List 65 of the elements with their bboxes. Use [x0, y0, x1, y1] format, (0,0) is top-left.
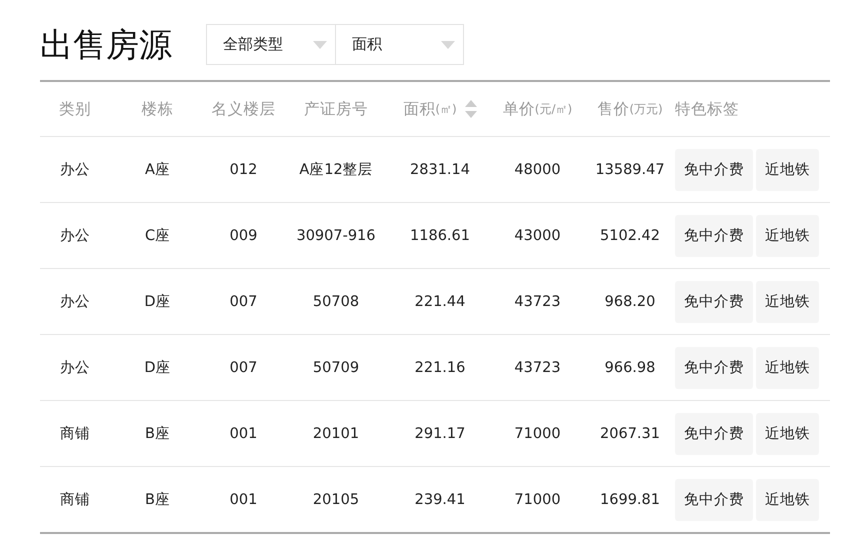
table-cell: 2831.14	[410, 162, 470, 178]
column-header: 特色标签	[675, 98, 739, 120]
table-cell: 43000	[514, 228, 561, 244]
table-cell: 012	[230, 162, 258, 178]
table-cell-text: 商铺	[60, 490, 90, 509]
table-cell: 2067.31	[600, 426, 660, 442]
table-cell: 001	[230, 492, 258, 508]
column-header: 楼栋	[142, 98, 174, 120]
caret-icon	[441, 40, 455, 48]
column-header: 名义楼层	[212, 98, 276, 120]
column-header: 单价(元/㎡)	[502, 98, 572, 120]
feature-tag: 免中介费	[675, 148, 753, 190]
feature-tag: 近地铁	[756, 478, 819, 520]
table-cell: 20101	[312, 426, 360, 442]
feature-tag: 免中介费	[675, 346, 753, 388]
table-cell-text: 办公	[60, 161, 90, 179]
table-cell: 13589.47	[595, 162, 665, 178]
table-cell: 50708	[312, 294, 360, 310]
table-cell: 009	[230, 228, 258, 244]
feature-tag: 免中介费	[675, 214, 753, 256]
page-title: 出售房源	[40, 24, 172, 65]
table-cell-text: A座	[145, 160, 170, 179]
table-cell-text: B座	[145, 490, 170, 509]
table-cell: 007	[230, 294, 258, 310]
table-cell-text: 办公	[60, 227, 90, 245]
table-cell: 43723	[514, 294, 561, 310]
feature-tag: 免中介费	[675, 412, 753, 454]
table-cell: 1699.81	[600, 492, 660, 508]
feature-tag: 近地铁	[756, 412, 819, 454]
table-cell: 966.98	[604, 360, 656, 376]
table-cell: 30907-916	[296, 228, 376, 244]
caret-icon	[313, 40, 327, 48]
table-cell: 1186.61	[410, 228, 470, 244]
table-cell-text: 办公	[60, 359, 90, 377]
table-cell: 968.20	[604, 294, 656, 310]
column-header: 售价(万元)	[597, 98, 663, 120]
feature-tag: 近地铁	[756, 148, 819, 190]
table-cell-text: D座	[144, 292, 171, 311]
table-cell-text: 办公	[60, 293, 90, 311]
table-cell: 43723	[514, 360, 561, 376]
table-cell: 48000	[514, 162, 561, 178]
table-cell: 221.16	[414, 360, 466, 376]
table-cell: 5102.42	[600, 228, 660, 244]
table-cell: 239.41	[414, 492, 466, 508]
table-cell-text: C座	[144, 226, 170, 245]
feature-tag: 免中介费	[675, 280, 753, 322]
table-cell: 71000	[514, 492, 561, 508]
table-cell-text: B座	[145, 424, 170, 443]
table-cell-text: 商铺	[60, 424, 90, 443]
column-header: 类别	[59, 98, 91, 120]
table-cell: 50709	[312, 360, 360, 376]
column-header: 产证房号	[304, 98, 368, 120]
feature-tag: 免中介费	[675, 478, 753, 520]
table-cell: 20105	[312, 492, 360, 508]
table-cell: 291.17	[414, 426, 466, 442]
table-cell: 71000	[514, 426, 561, 442]
table-cell: 001	[230, 426, 258, 442]
feature-tag: 近地铁	[756, 346, 819, 388]
table-cell: 007	[230, 360, 258, 376]
sort-icon[interactable]	[464, 99, 477, 119]
table-cell-text: D座	[144, 358, 171, 377]
feature-tag: 近地铁	[756, 280, 819, 322]
feature-tag: 近地铁	[756, 214, 819, 256]
table-cell-text: A座12整层	[299, 160, 373, 179]
table-cell: 221.44	[414, 294, 466, 310]
